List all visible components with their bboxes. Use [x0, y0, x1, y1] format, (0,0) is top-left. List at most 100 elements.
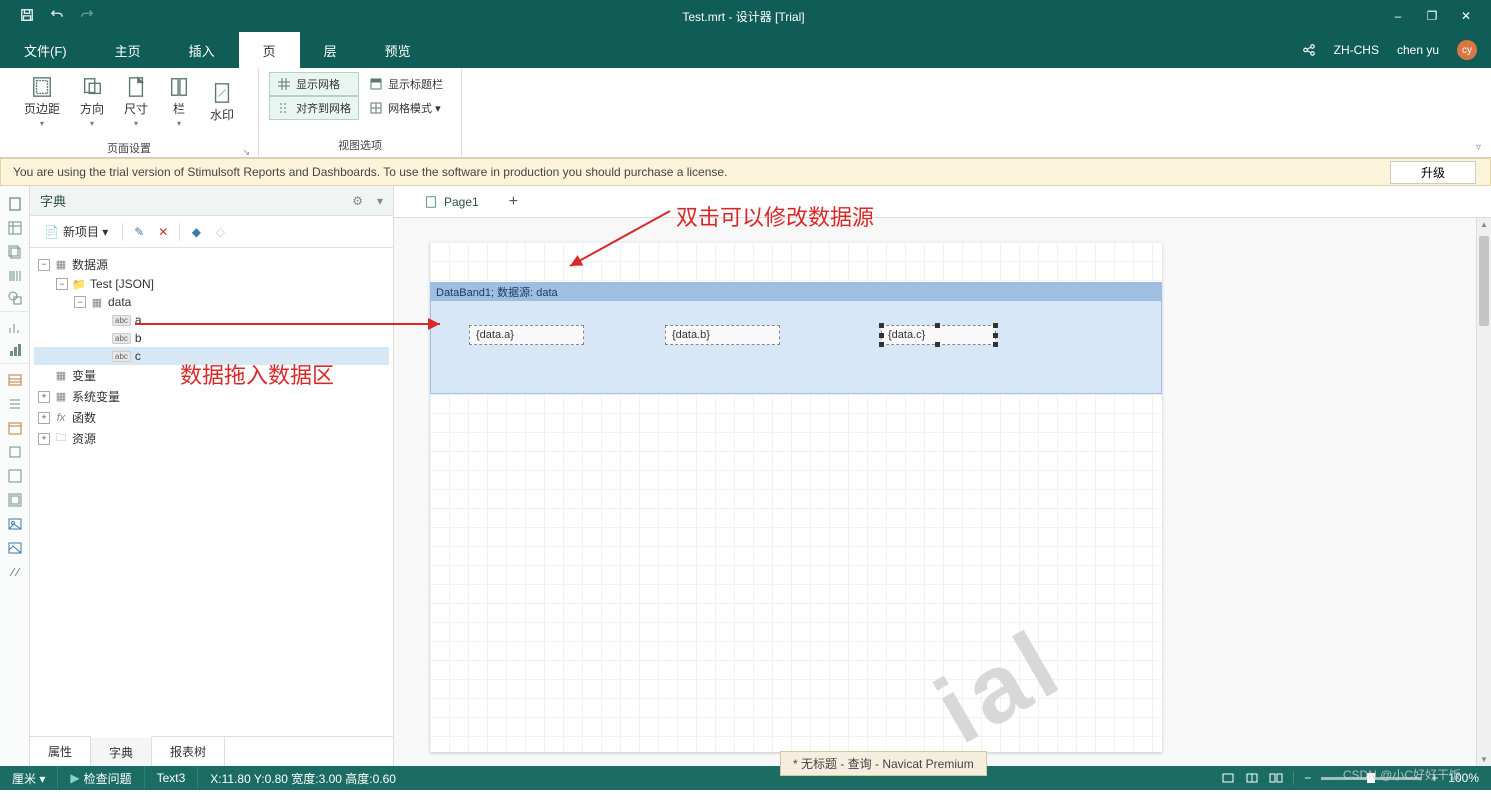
menu-layer[interactable]: 层	[300, 32, 361, 68]
size-button[interactable]: 尺寸 ▾	[116, 72, 156, 132]
status-check[interactable]: ▶检查问题	[58, 766, 144, 790]
tool-calendar-icon[interactable]	[0, 416, 30, 440]
minimize-button[interactable]: –	[1391, 9, 1405, 23]
view-mode2-icon[interactable]	[1245, 771, 1259, 785]
menu-home[interactable]: 主页	[91, 32, 165, 68]
save-icon[interactable]	[20, 8, 36, 24]
share-icon[interactable]	[1302, 43, 1316, 57]
resource-icon: 🗀	[54, 432, 68, 446]
menu-preview[interactable]: 预览	[361, 32, 435, 68]
snap-icon	[278, 102, 290, 114]
tree-node-variables[interactable]: ▦ 变量	[34, 365, 389, 386]
expand-icon[interactable]: +	[38, 412, 50, 424]
databand[interactable]: DataBand1; 数据源: data {data.a} {data.b} {…	[430, 282, 1162, 394]
tool-shape-icon[interactable]	[0, 288, 30, 312]
new-item-icon: 📄	[44, 225, 59, 239]
tool-image2-icon[interactable]	[0, 536, 30, 560]
columns-icon	[168, 76, 190, 98]
upgrade-button[interactable]: 升级	[1390, 161, 1476, 184]
collapse-icon[interactable]: −	[56, 278, 68, 290]
language-label[interactable]: ZH-CHS	[1334, 43, 1379, 57]
new-item-button[interactable]: 📄 新项目 ▾	[38, 221, 114, 242]
tool-bar-icon[interactable]	[0, 340, 30, 364]
main-area: 字典 ⚙ ▾ 📄 新项目 ▾ ✎ ✕ ◆ ◇ − ▦ 数据源	[0, 186, 1491, 766]
tab-properties[interactable]: 属性	[30, 737, 91, 766]
tree-node-resources[interactable]: + 🗀 资源	[34, 428, 389, 449]
show-title-toggle[interactable]: 显示标题栏	[361, 72, 451, 96]
restore-button[interactable]: ❐	[1425, 9, 1439, 23]
databand-header[interactable]: DataBand1; 数据源: data	[430, 282, 1162, 300]
status-unit[interactable]: 厘米 ▾	[0, 766, 58, 790]
menu-insert[interactable]: 插入	[165, 32, 239, 68]
align-grid-toggle[interactable]: 对齐到网格	[269, 96, 359, 120]
tree-node-datasource[interactable]: − ▦ 数据源	[34, 254, 389, 275]
avatar[interactable]: cy	[1457, 40, 1477, 60]
move-up-icon[interactable]: ◆	[188, 224, 204, 240]
tab-dictionary[interactable]: 字典	[91, 736, 152, 766]
ribbon-collapse-icon[interactable]: ▿	[1476, 142, 1481, 153]
tree-node-data[interactable]: − ▦ data	[34, 293, 389, 311]
sysvar-icon: ▦	[54, 390, 68, 404]
view-mode1-icon[interactable]	[1221, 771, 1235, 785]
tool-page-icon[interactable]	[0, 192, 30, 216]
canvas-area: Page1 + DataBand1; 数据源: data {data.a} {d…	[394, 186, 1491, 766]
tool-image-icon[interactable]	[0, 512, 30, 536]
page-setup-launcher-icon[interactable]: ↘	[243, 147, 251, 158]
tree-node-field-c[interactable]: abc c	[34, 347, 389, 365]
zoom-slider[interactable]	[1321, 777, 1421, 780]
margins-button[interactable]: 页边距 ▾	[16, 72, 68, 132]
close-button[interactable]: ✕	[1459, 9, 1473, 23]
columns-button[interactable]: 栏 ▾	[160, 72, 198, 132]
settings-icon[interactable]: ⚙	[352, 194, 363, 208]
vertical-scrollbar[interactable]: ▲ ▼	[1476, 218, 1491, 766]
menu-file[interactable]: 文件(F)	[0, 32, 91, 68]
tool-chart-icon[interactable]	[0, 316, 30, 340]
scrollbar-thumb[interactable]	[1479, 236, 1489, 326]
taskbar-item[interactable]: * 无标题 - 查询 - Navicat Premium	[780, 751, 987, 776]
tool-crosstab-icon[interactable]	[0, 216, 30, 240]
page-tab-add[interactable]: +	[497, 189, 530, 215]
edit-icon[interactable]: ✎	[131, 224, 147, 240]
grid-mode-button[interactable]: 网格模式 ▾	[361, 96, 451, 120]
tool-settings-icon[interactable]	[0, 560, 30, 584]
field-data-b[interactable]: {data.b}	[665, 325, 780, 345]
chevron-down-icon[interactable]: ▾	[377, 194, 383, 208]
show-grid-toggle[interactable]: 显示网格	[269, 72, 359, 96]
tool-table-icon[interactable]	[0, 368, 30, 392]
undo-icon[interactable]	[50, 8, 66, 24]
delete-icon[interactable]: ✕	[155, 224, 171, 240]
field-data-a[interactable]: {data.a}	[469, 325, 584, 345]
tree-node-test-json[interactable]: − 📁 Test [JSON]	[34, 275, 389, 293]
view-mode3-icon[interactable]	[1269, 771, 1283, 785]
tool-checkbox-icon[interactable]	[0, 440, 30, 464]
page-tab-page1[interactable]: Page1	[410, 189, 493, 215]
tree-node-field-b[interactable]: abc b	[34, 329, 389, 347]
tool-copy-icon[interactable]	[0, 240, 30, 264]
collapse-icon[interactable]: −	[38, 259, 50, 271]
tool-barcode-icon[interactable]	[0, 264, 30, 288]
orientation-button[interactable]: 方向 ▾	[72, 72, 112, 132]
tool-panel2-icon[interactable]	[0, 488, 30, 512]
tree-node-functions[interactable]: + fx 函数	[34, 407, 389, 428]
zoom-out-icon[interactable]: −	[1304, 771, 1311, 785]
page-tabs: Page1 +	[394, 186, 1491, 218]
expand-icon[interactable]: +	[38, 433, 50, 445]
field-data-c[interactable]: {data.c}	[881, 325, 996, 345]
menu-page[interactable]: 页	[239, 32, 300, 68]
trial-watermark: ial	[918, 608, 1081, 766]
databand-body[interactable]: {data.a} {data.b} {data.c}	[430, 300, 1162, 394]
dictionary-panel: 字典 ⚙ ▾ 📄 新项目 ▾ ✎ ✕ ◆ ◇ − ▦ 数据源	[30, 186, 394, 766]
tree-node-field-a[interactable]: abc a	[34, 311, 389, 329]
canvas-scroll[interactable]: DataBand1; 数据源: data {data.a} {data.b} {…	[394, 218, 1491, 766]
tree-node-sysvars[interactable]: + ▦ 系统变量	[34, 386, 389, 407]
watermark-button[interactable]: 水印	[202, 78, 242, 127]
tool-panel-icon[interactable]	[0, 464, 30, 488]
zoom-in-icon[interactable]: +	[1431, 771, 1438, 785]
orientation-icon	[81, 76, 103, 98]
report-page[interactable]: DataBand1; 数据源: data {data.a} {data.b} {…	[430, 242, 1162, 752]
expand-icon[interactable]: +	[38, 391, 50, 403]
tab-report-tree[interactable]: 报表树	[152, 737, 225, 766]
database-icon: ▦	[54, 258, 68, 272]
tool-list-icon[interactable]	[0, 392, 30, 416]
collapse-icon[interactable]: −	[74, 296, 86, 308]
